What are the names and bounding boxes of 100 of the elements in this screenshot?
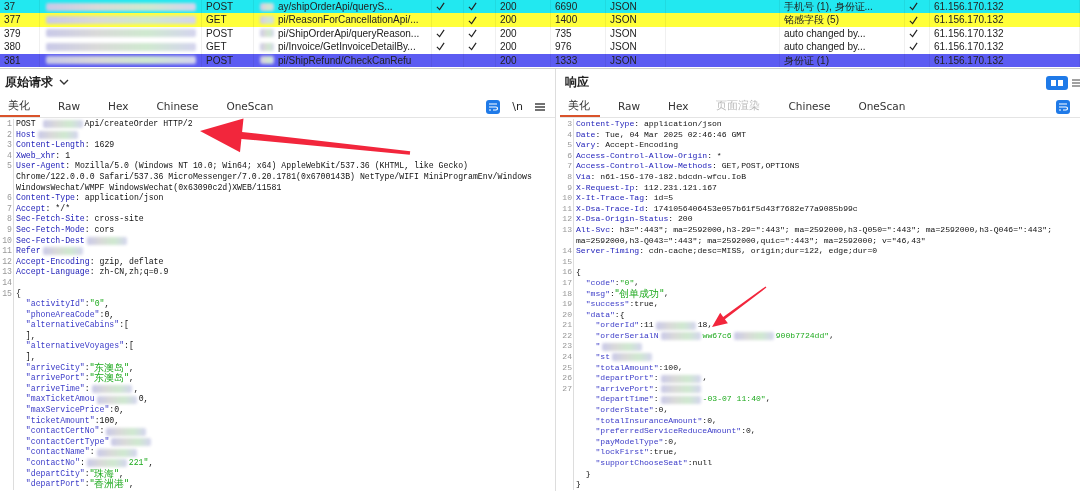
code-text: : bbox=[84, 299, 90, 310]
blur-patch bbox=[260, 2, 274, 11]
line-number: 1 bbox=[7, 119, 12, 128]
header-name: Content-Length bbox=[16, 140, 85, 151]
code-text: : application/json bbox=[634, 119, 722, 130]
line-number: 14 bbox=[562, 246, 572, 256]
line-number: 8 bbox=[7, 214, 12, 224]
line-number: 9 bbox=[567, 182, 572, 192]
json-string: "东澳岛" bbox=[89, 373, 129, 384]
ip-cell: 61.156.170.132 bbox=[930, 40, 1080, 54]
header-name: Alt-Svc bbox=[576, 224, 610, 236]
tab[interactable]: Chinese bbox=[148, 96, 209, 117]
blur-patch bbox=[37, 130, 78, 139]
json-string: 900b7724dd" bbox=[775, 330, 830, 342]
length-cell: 1400 bbox=[551, 13, 606, 27]
wrap-icon[interactable] bbox=[1056, 99, 1070, 114]
line-number: 18 bbox=[562, 288, 572, 298]
json-key: "orderState" bbox=[576, 405, 654, 416]
line-number: 27 bbox=[562, 383, 572, 393]
json-key: "orderSerialN bbox=[576, 330, 659, 342]
blur-patch bbox=[660, 332, 701, 341]
url-cell: pi/ShipRefund/CheckCanRefu bbox=[278, 53, 412, 67]
status-cell: 200 bbox=[496, 40, 551, 54]
newline-toggle[interactable]: \n bbox=[512, 100, 523, 113]
tab[interactable]: Hex bbox=[100, 96, 139, 117]
line-number: 15 bbox=[2, 288, 12, 298]
code-text: POST bbox=[16, 119, 37, 130]
line-number: 4 bbox=[7, 150, 12, 160]
code-text: :null bbox=[687, 458, 712, 469]
line-number: 3 bbox=[567, 119, 572, 128]
url-cell: pi/ShipOrderApi/queryReason... bbox=[278, 26, 420, 41]
chevron-icon[interactable] bbox=[59, 79, 69, 86]
line-number: 7 bbox=[567, 161, 572, 171]
line-number: 5 bbox=[567, 140, 572, 150]
tab[interactable]: Hex bbox=[660, 96, 699, 117]
line-number: 7 bbox=[7, 203, 12, 213]
header-name: Host bbox=[16, 129, 36, 140]
blur-patch bbox=[42, 247, 83, 256]
wrap-icon[interactable] bbox=[486, 99, 501, 114]
line-number: 24 bbox=[562, 352, 572, 362]
line-number: 11 bbox=[2, 246, 12, 256]
status-cell: 200 bbox=[496, 13, 551, 27]
code-text: ma=2592000,h3-Q043=":443"; ma=2592000,quic=":443"; ma=2592000; v="46,43" bbox=[576, 235, 926, 247]
json-key: "arrivePort" bbox=[16, 373, 85, 384]
code-text: : */* bbox=[45, 203, 71, 214]
blur-patch bbox=[260, 29, 274, 38]
tab[interactable]: 美化 bbox=[0, 96, 40, 117]
json-string: "0" bbox=[619, 277, 635, 289]
code-text: , bbox=[664, 288, 669, 300]
code-text: WindowsWechat/WMPF WindowsWechat(0x63090c2d)XWEB/11581 bbox=[16, 182, 282, 193]
header-name: Accept-Encoding bbox=[16, 256, 90, 268]
tab[interactable]: OneScan bbox=[850, 96, 916, 117]
header-name: Date bbox=[576, 129, 596, 141]
line-number: 14 bbox=[2, 277, 12, 287]
code-text: :0, bbox=[109, 405, 125, 416]
json-key: "totalInsuranceAmount" bbox=[576, 415, 703, 427]
tab[interactable]: 美化 bbox=[560, 96, 600, 117]
url-cell: pi/ReasonForCancellationApi/... bbox=[278, 13, 419, 27]
json-key: "alternativeVoyages" bbox=[16, 341, 125, 353]
code-text: :0, bbox=[702, 415, 717, 427]
json-key: "totalAmount" bbox=[576, 362, 659, 374]
table-row[interactable]: 37 POST ay/shipOrderApi/queryS... 200 6690 JSON 手机号 (1), 身份证... 61.156.170.132 bbox=[0, 0, 1080, 14]
json-key: "msg" bbox=[576, 288, 610, 300]
blur-patch bbox=[733, 332, 774, 341]
header-name: X-It-Trace-Tag bbox=[576, 193, 644, 204]
line-number: 25 bbox=[562, 362, 572, 372]
blur-patch bbox=[96, 448, 137, 457]
code-text: Api/createOrder HTTP/2 bbox=[84, 119, 193, 130]
tab[interactable]: Raw bbox=[610, 96, 651, 117]
code-text: :11 bbox=[639, 320, 654, 331]
code-text: : gzip, deflate bbox=[89, 256, 164, 267]
line-number: 10 bbox=[2, 235, 12, 245]
menu-icon[interactable] bbox=[1072, 77, 1080, 88]
blur-patch bbox=[91, 385, 132, 394]
line-number: 9 bbox=[7, 224, 12, 234]
code-text: : bbox=[84, 479, 90, 490]
line-number: 3 bbox=[7, 140, 12, 150]
method-cell: GET bbox=[202, 13, 254, 27]
json-string: "香洲港" bbox=[89, 479, 129, 490]
code-text: : bbox=[89, 447, 95, 458]
code-text: : n61-156-170-182.bdcdn-wfcu.IoB bbox=[590, 171, 746, 183]
code-text: : bbox=[653, 394, 659, 406]
code-text: : cross-site bbox=[84, 214, 144, 225]
code-text: ], bbox=[24, 330, 36, 341]
code-text: : 112.231.121.167 bbox=[634, 182, 717, 194]
line-number: 19 bbox=[562, 299, 572, 309]
blur-patch bbox=[660, 385, 701, 394]
menu-icon[interactable] bbox=[535, 101, 545, 112]
tab[interactable]: Raw bbox=[50, 96, 91, 117]
mime-cell: JSON bbox=[606, 40, 666, 54]
tab[interactable]: Chinese bbox=[780, 96, 841, 117]
line-number: 21 bbox=[562, 320, 572, 330]
code-text: , bbox=[133, 383, 139, 395]
layout-icon[interactable] bbox=[1046, 75, 1068, 90]
header-name: User-Agent bbox=[16, 161, 66, 172]
method-cell: GET bbox=[202, 40, 254, 54]
table-row[interactable]: 377 GET pi/ReasonForCancellationApi/... 200 1400 JSON 铭感字段 (5) 61.156.170.132 bbox=[0, 13, 1080, 27]
tab[interactable]: OneScan bbox=[218, 96, 284, 117]
code-text: : h3=":443"; ma=2592000,h3-29=":443"; ma=2592000,h3-Q050=":443"; ma=2592000,h3-Q046=":443"; bbox=[610, 224, 1052, 236]
status-cell: 200 bbox=[496, 53, 551, 67]
